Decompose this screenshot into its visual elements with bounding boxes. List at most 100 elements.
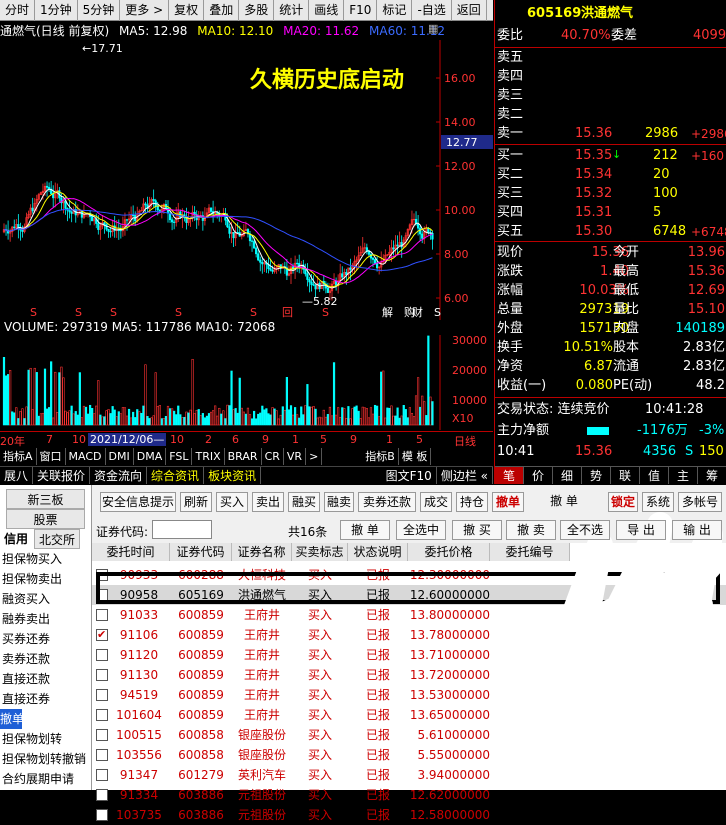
toolbar-button[interactable]: 卖出 — [252, 492, 284, 512]
action-button[interactable]: 输 出 — [672, 520, 722, 540]
quote-tab[interactable]: 细 — [553, 467, 582, 484]
table-header[interactable]: 状态说明 — [348, 543, 408, 561]
indicator-tab[interactable]: 模 板 — [399, 448, 432, 465]
info-tab[interactable]: 侧边栏 « — [437, 467, 493, 484]
table-header[interactable]: 证券代码 — [170, 543, 232, 561]
indicator-tab[interactable]: 指标B — [362, 448, 399, 465]
toolbar-item[interactable]: 5分钟 — [78, 0, 121, 21]
nav-item[interactable]: 卖券还款 — [0, 649, 91, 669]
toolbar-item[interactable]: 复权 — [169, 0, 205, 21]
info-tab[interactable]: 展八 — [0, 467, 34, 484]
quote-tab[interactable]: 筹 — [698, 467, 726, 484]
toolbar-button[interactable]: 多帐号 — [678, 492, 722, 512]
row-checkbox[interactable] — [96, 669, 108, 681]
indicator-tab[interactable]: 窗口 — [37, 448, 66, 465]
action-button[interactable]: 全不选 — [560, 520, 610, 540]
quote-tab[interactable]: 联 — [611, 467, 640, 484]
nav-tab-gupiao[interactable]: 股票 — [6, 509, 85, 529]
toolbar-item[interactable]: 1分钟 — [35, 0, 78, 21]
code-input[interactable] — [152, 520, 212, 539]
nav-item[interactable]: 担保物卖出 — [0, 569, 91, 589]
toolbar-item[interactable]: 多股 — [239, 0, 275, 21]
kline-chart[interactable]: 16.00 14.00 12.00 10.00 8.00 6.00 ←17.71 —5.82 1… — [0, 40, 493, 320]
toolbar-button[interactable]: 安全信息提示 — [100, 492, 176, 512]
indicator-tab[interactable]: TRIX — [192, 448, 225, 465]
nav-tab-xinsanban[interactable]: 新三板 — [6, 489, 85, 509]
toolbar-button[interactable]: 融买 — [288, 492, 320, 512]
info-tab[interactable]: 关联报价 — [33, 467, 91, 484]
toolbar-button[interactable]: 刷新 — [180, 492, 212, 512]
nav-item[interactable]: 担保物划转 — [0, 729, 91, 749]
row-checkbox[interactable] — [96, 709, 108, 721]
nav-tab-xinyong[interactable]: 信用 — [0, 529, 32, 549]
toolbar-button[interactable]: 融卖 — [324, 492, 354, 512]
nav-item[interactable]: 撤单 — [0, 709, 22, 729]
action-button[interactable]: 全选中 — [396, 520, 446, 540]
toolbar-item[interactable]: -自选 — [412, 0, 452, 21]
indicator-tab[interactable]: MACD — [66, 448, 106, 465]
nav-item[interactable]: 买券还券 — [0, 629, 91, 649]
row-checkbox[interactable] — [96, 689, 108, 701]
indicator-tab[interactable]: VR — [284, 448, 307, 465]
nav-item[interactable]: 担保物买入 — [0, 549, 91, 569]
row-checkbox[interactable] — [96, 749, 108, 761]
row-checkbox[interactable]: ✔ — [96, 629, 108, 641]
toolbar-item[interactable]: F10 — [344, 0, 378, 21]
indicator-tab[interactable]: DMA — [134, 448, 167, 465]
toolbar-button[interactable]: 持仓 — [456, 492, 488, 512]
quote-tab[interactable]: 势 — [582, 467, 611, 484]
toolbar-button[interactable]: 撤单 — [492, 492, 524, 512]
quote-tab[interactable]: 主 — [669, 467, 698, 484]
indicator-tab[interactable]: FSL — [166, 448, 193, 465]
action-button[interactable]: 撤 卖 — [506, 520, 556, 540]
row-checkbox[interactable] — [96, 809, 108, 821]
indicator-tab[interactable]: > — [306, 448, 323, 465]
chart-settings-icon[interactable]: ▦ — [428, 22, 440, 38]
quote-tab[interactable]: 笔 — [495, 467, 524, 484]
info-tab[interactable]: 资金流向 — [90, 467, 148, 484]
action-button[interactable]: 撤 买 — [452, 520, 502, 540]
quote-tab[interactable]: 值 — [640, 467, 669, 484]
toolbar-item[interactable]: 返回 — [452, 0, 487, 21]
nav-item[interactable]: 融券卖出 — [0, 609, 91, 629]
row-checkbox[interactable] — [96, 789, 108, 801]
table-header[interactable]: 证券名称 — [232, 543, 292, 561]
volume-chart[interactable]: 30000 20000 10000 X10 — [0, 335, 493, 430]
row-checkbox[interactable] — [96, 649, 108, 661]
toolbar-item[interactable]: 标记 — [377, 0, 413, 21]
toolbar-item[interactable]: 叠加 — [204, 0, 240, 21]
toolbar-item[interactable]: 画线 — [309, 0, 345, 21]
info-tab[interactable]: 板块资讯 — [204, 467, 262, 484]
indicator-tab[interactable]: BRAR — [225, 448, 262, 465]
nav-item[interactable]: 合约展期申请 — [0, 769, 91, 789]
indicator-tab[interactable]: 指标A — [0, 448, 37, 465]
toolbar-button[interactable]: 系统 — [642, 492, 674, 512]
nav-item[interactable]: 融资买入 — [0, 589, 91, 609]
nav-item[interactable]: 担保物划转撤销 — [0, 749, 91, 769]
table-header[interactable]: 委托时间 — [92, 543, 170, 561]
row-checkbox[interactable] — [96, 609, 108, 621]
row-checkbox[interactable] — [96, 769, 108, 781]
toolbar-button[interactable]: 撤 单 — [550, 492, 578, 512]
quote-tab[interactable]: 价 — [524, 467, 553, 484]
toolbar-button[interactable]: 卖券还款 — [358, 492, 416, 512]
toolbar-item[interactable]: 统计 — [274, 0, 310, 21]
info-tab[interactable]: 综合资讯 — [147, 467, 205, 484]
action-button[interactable]: 撤 单 — [340, 520, 390, 540]
table-header[interactable]: 买卖标志 — [292, 543, 348, 561]
toolbar-button[interactable]: 买入 — [216, 492, 248, 512]
indicator-tab[interactable]: CR — [262, 448, 284, 465]
action-button[interactable]: 导 出 — [616, 520, 666, 540]
row-checkbox[interactable] — [96, 729, 108, 741]
toolbar-button[interactable]: 成交 — [420, 492, 452, 512]
indicator-tab[interactable]: DMI — [106, 448, 134, 465]
toolbar-item[interactable]: 更多 > — [120, 0, 170, 21]
toolbar-button[interactable]: 锁定 — [608, 492, 638, 512]
table-row[interactable]: 103735 603886 元祖股份 买入 已报 12.58000000 — [92, 805, 726, 825]
toolbar-item[interactable]: 分时 — [0, 0, 36, 21]
nav-item[interactable]: 直接还券 — [0, 689, 91, 709]
info-tab[interactable]: 图文F10 — [382, 467, 437, 484]
nav-tab-beijiaosuo[interactable]: 北交所 — [34, 529, 81, 549]
nav-item[interactable]: 直接还款 — [0, 669, 91, 689]
table-header[interactable]: 委托价格 — [408, 543, 490, 561]
